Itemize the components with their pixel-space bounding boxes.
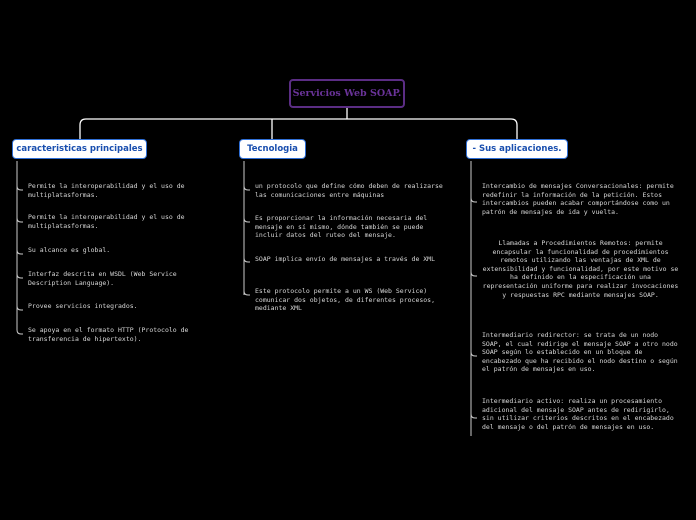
leaf-caracteristica[interactable]: Interfaz descrita en WSDL (Web Service D…: [28, 270, 213, 287]
leaf-aplicacion[interactable]: Llamadas a Procedimientos Remotos: permi…: [482, 239, 679, 299]
leaf-aplicacion[interactable]: Intermediario redirector: se trata de un…: [482, 331, 679, 374]
branch-tecnologia[interactable]: Tecnologia: [239, 139, 306, 159]
leaf-aplicacion[interactable]: Intermediario activo: realiza un procesa…: [482, 397, 679, 431]
branch-caracteristicas[interactable]: caracteristicas principales: [12, 139, 147, 159]
branch-bus: [79, 118, 518, 139]
leaf-caracteristica[interactable]: Permite la interoperabilidad y el uso de…: [28, 182, 213, 199]
leaf-caracteristica[interactable]: Se apoya en el formato HTTP (Protocolo d…: [28, 326, 213, 343]
leaf-tecnologia[interactable]: SOAP implica envío de mensajes a través …: [255, 255, 452, 264]
leaf-connector-right: [470, 161, 477, 436]
leaf-aplicacion[interactable]: Intercambio de mensajes Conversacionales…: [482, 182, 679, 216]
leaf-connector-middle: [243, 161, 250, 296]
leaf-caracteristica[interactable]: Su alcance es global.: [28, 246, 213, 255]
leaf-tecnologia[interactable]: Este protocolo permite a un WS (Web Serv…: [255, 287, 452, 313]
leaf-caracteristica[interactable]: Permite la interoperabilidad y el uso de…: [28, 213, 213, 230]
branch-aplicaciones[interactable]: - Sus aplicaciones.: [466, 139, 568, 159]
root-topic[interactable]: Servicios Web SOAP.: [289, 79, 405, 108]
leaf-tecnologia[interactable]: Es proporcionar la información necesaria…: [255, 214, 452, 240]
leaf-connector-left: [16, 161, 23, 335]
leaf-tecnologia[interactable]: un protocolo que define cómo deben de re…: [255, 182, 452, 199]
leaf-caracteristica[interactable]: Provee servicios integrados.: [28, 302, 213, 311]
